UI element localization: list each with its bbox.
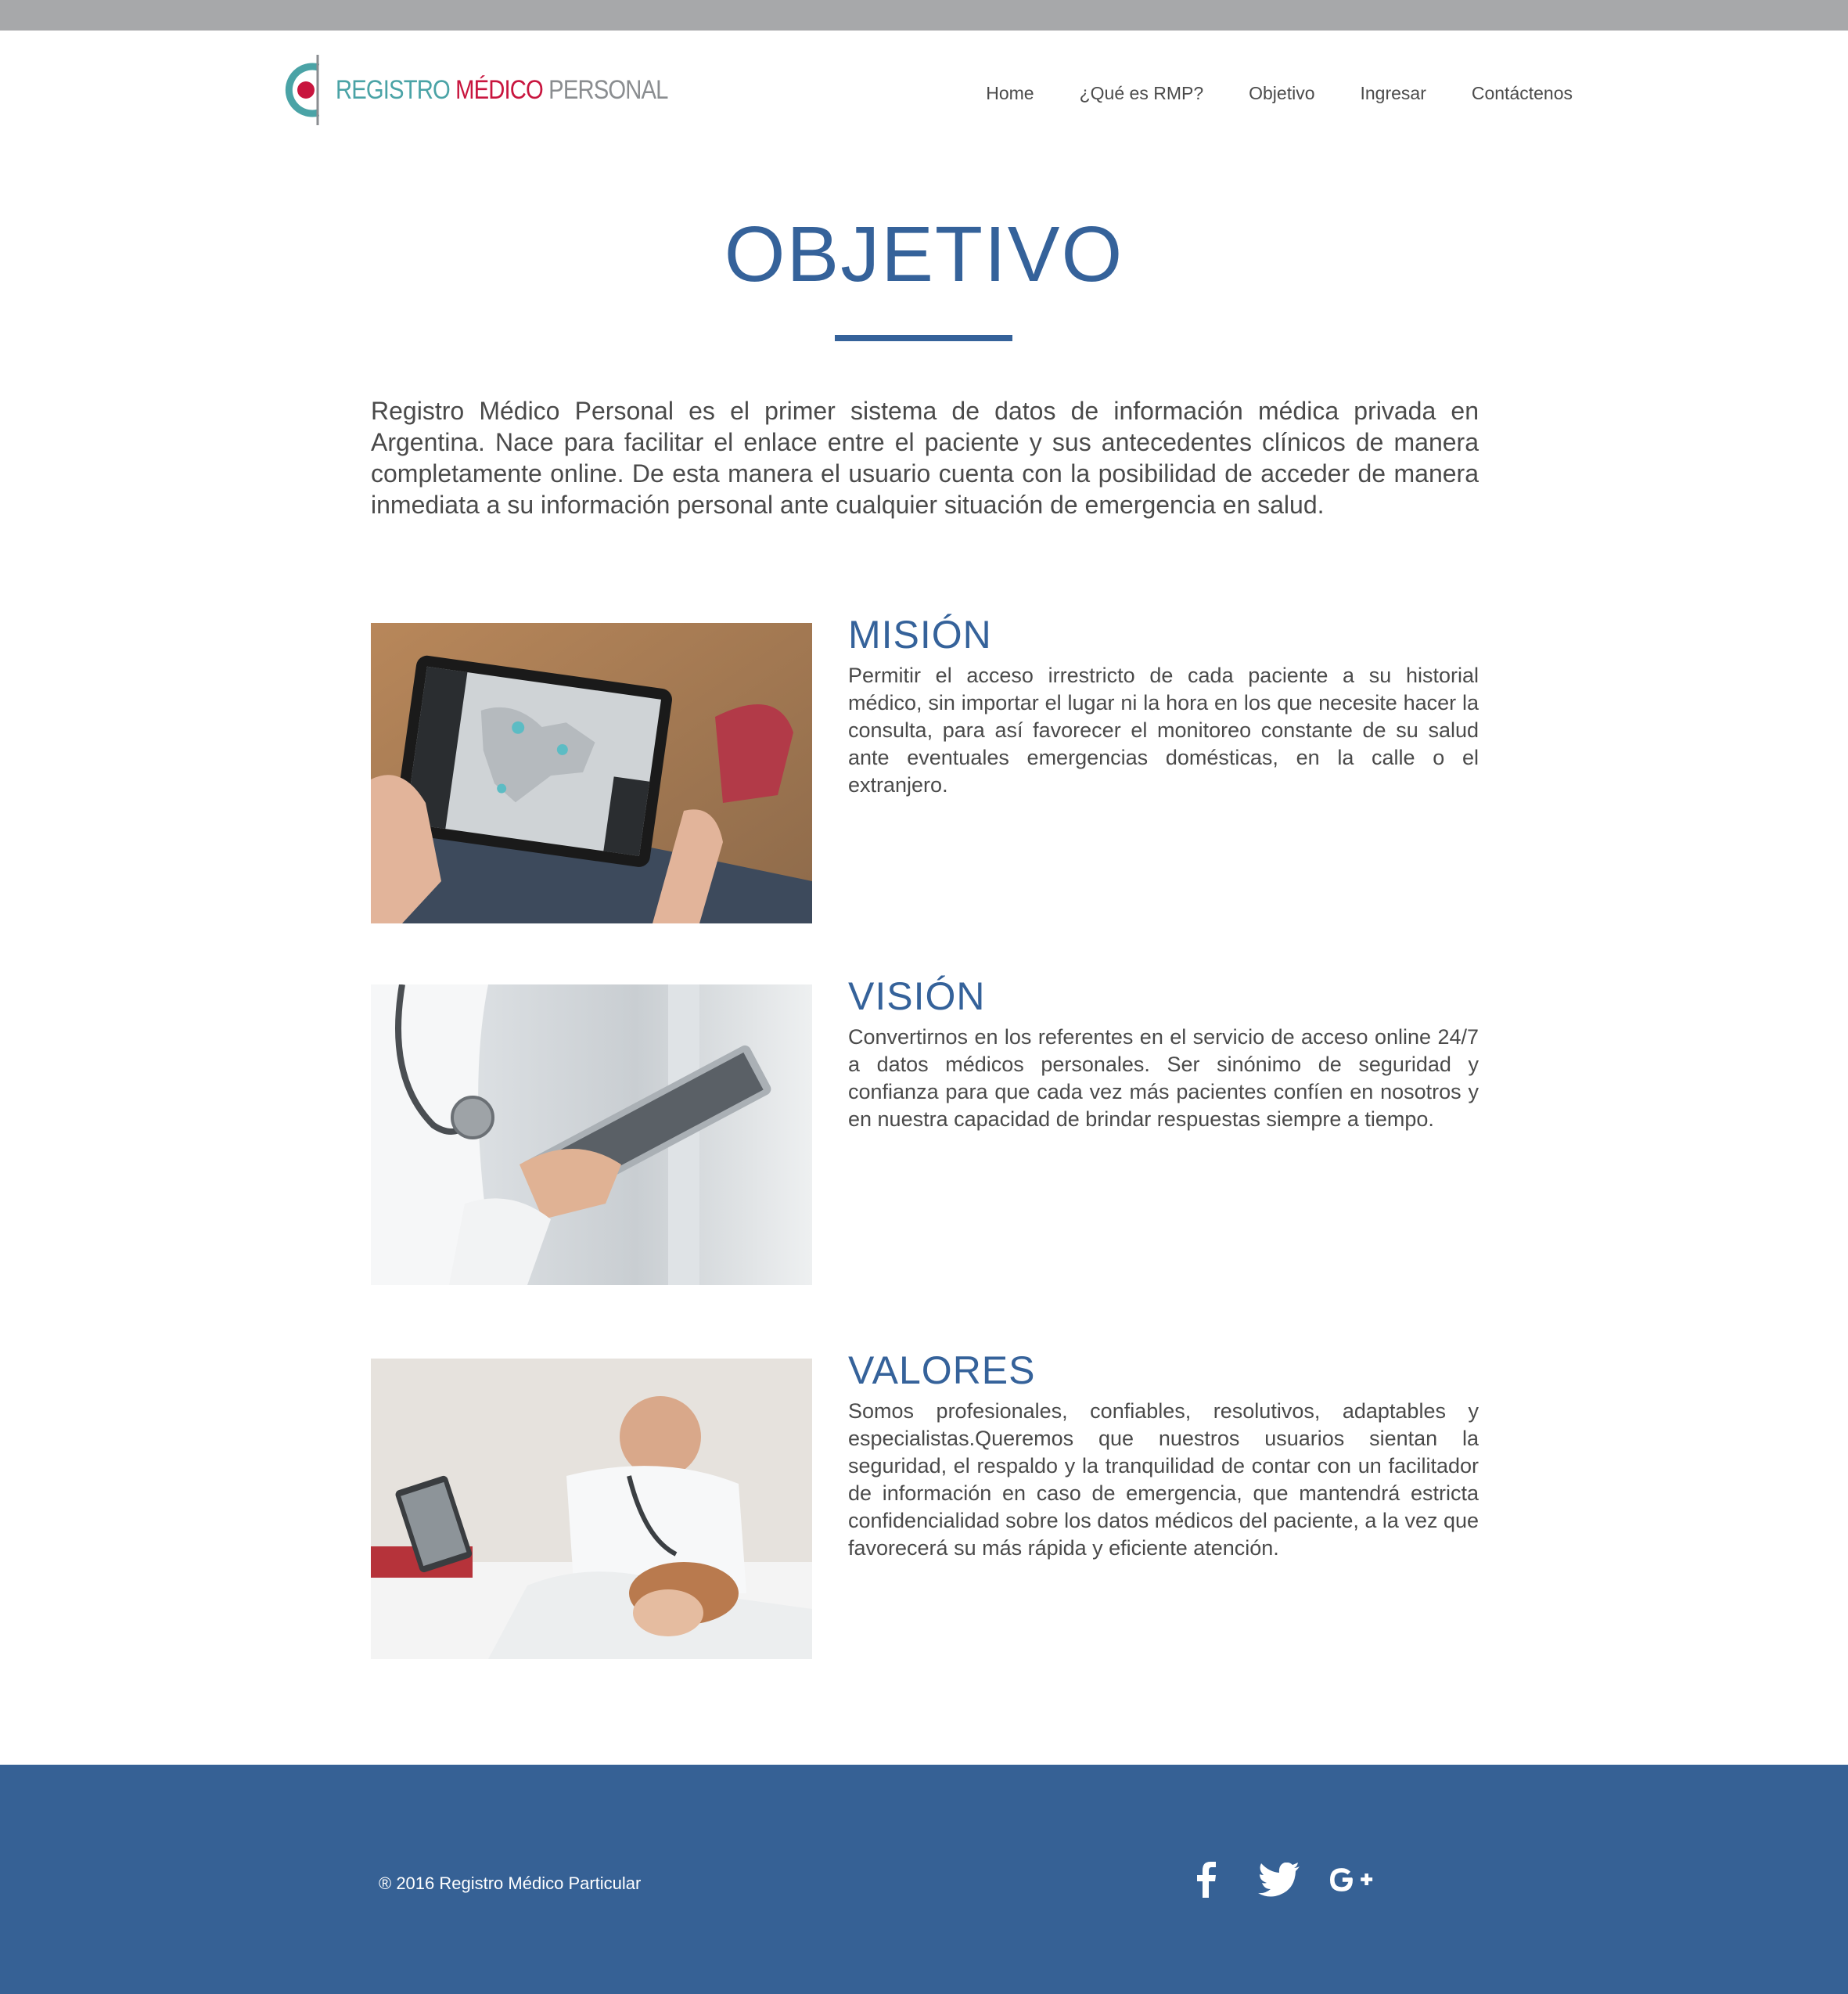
valores-image	[371, 1359, 812, 1659]
logo-wordmark: REGISTRO MÉDICO PERSONAL	[336, 75, 668, 106]
footer	[0, 1765, 1848, 1994]
top-gray-bar	[0, 0, 1848, 31]
nav-home[interactable]: Home	[986, 83, 1034, 104]
logo-mark-icon	[278, 52, 323, 128]
nav-que-es-rmp[interactable]: ¿Qué es RMP?	[1080, 83, 1204, 104]
page-title: OBJETIVO	[724, 211, 1124, 298]
mision-heading: MISIÓN	[848, 613, 992, 657]
nav-objetivo[interactable]: Objetivo	[1249, 83, 1314, 104]
title-underline	[835, 335, 1012, 341]
nav-contactenos[interactable]: Contáctenos	[1472, 83, 1573, 104]
mision-image	[371, 623, 812, 923]
mision-text: Permitir el acceso irrestricto de cada p…	[848, 664, 1479, 797]
google-plus-icon[interactable]	[1330, 1858, 1374, 1902]
main-nav: Home ¿Qué es RMP? Objetivo Ingresar Cont…	[986, 83, 1573, 104]
footer-copyright: ® 2016 Registro Médico Particular	[379, 1873, 642, 1893]
vision-heading: VISIÓN	[848, 974, 986, 1018]
twitter-icon[interactable]	[1257, 1858, 1301, 1902]
valores-heading: VALORES	[848, 1348, 1036, 1392]
logo-word-registro: REGISTRO	[336, 74, 451, 105]
vision-text: Convertirnos en los referentes en el ser…	[848, 1025, 1479, 1131]
vision-image	[371, 984, 812, 1285]
site-logo[interactable]: REGISTRO MÉDICO PERSONAL	[278, 52, 668, 128]
logo-word-personal: PERSONAL	[548, 74, 668, 105]
nav-ingresar[interactable]: Ingresar	[1360, 83, 1426, 104]
intro-paragraph: Registro Médico Personal es el primer si…	[371, 397, 1479, 519]
facebook-icon[interactable]	[1185, 1858, 1228, 1902]
valores-text: Somos profesionales, confiables, resolut…	[848, 1399, 1479, 1560]
logo-word-medico: MÉDICO	[455, 74, 544, 105]
